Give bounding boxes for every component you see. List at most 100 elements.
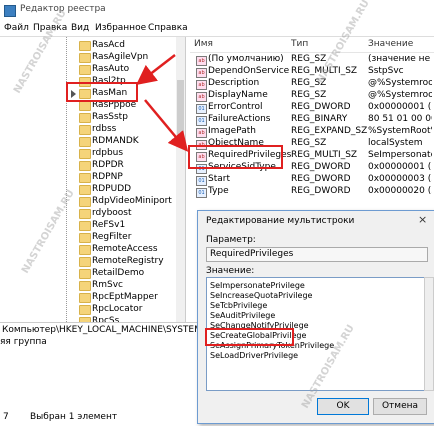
ok-button[interactable]: OK [317,398,369,415]
folder-icon [79,233,91,243]
privilege-line: SeImpersonatePrivilege [210,281,305,290]
folder-icon [79,221,91,231]
param-label: Параметр: [206,235,256,245]
folder-icon [79,41,91,51]
folder-icon [79,305,91,315]
header-divider [190,52,434,53]
folder-icon [79,197,91,207]
tree-item[interactable]: RasSstp [0,112,185,124]
binary-value-icon: 01 [196,104,207,114]
value-type: REG_DWORD [291,186,351,196]
menu-help[interactable]: Справка [148,23,188,33]
tree-item[interactable]: RmSvc [0,280,185,292]
column-type[interactable]: Тип [291,39,308,49]
tree-item[interactable]: RpcEptMapper [0,292,185,304]
value-data: 0x00000003 (3) [368,174,432,184]
folder-icon [79,53,91,63]
folder-icon [79,209,91,219]
value-row[interactable]: 01Start REG_DWORD 0x00000003 (3) [190,174,434,186]
tree-item-label: RemoteAccess [92,244,158,254]
value-name: DependOnService [208,66,290,76]
value-type: REG_DWORD [291,102,351,112]
value-name: Type [208,186,229,196]
value-row[interactable]: abImagePath REG_EXPAND_SZ%SystemRoot%\sys… [190,126,434,138]
folder-icon [79,185,91,195]
string-value-icon: ab [196,80,207,90]
value-row[interactable]: abDescriptionREG_SZ@%Systemroot%\sys [190,78,434,90]
value-type: REG_MULTI_SZ [291,150,358,160]
tree-item[interactable]: RDPUDD [0,184,185,196]
param-value: RequiredPrivileges [210,249,294,259]
tree-item[interactable]: RdpVideoMiniport [0,196,185,208]
value-row[interactable]: abDisplayName REG_SZ @%Systemroot%\sys [190,90,434,102]
tree-item-label: RDPUDD [92,184,132,194]
tree-item-label: rdbss [92,124,117,134]
value-data: %SystemRoot%\syst [368,126,432,136]
value-data: 0x00000001 (1) [368,162,432,172]
value-row[interactable]: 01FailureActions REG_BINARY 80 51 01 00 00… [190,114,434,126]
value-name: (По умолчанию) [208,54,284,64]
value-data: SeImpersonatePrivi [368,150,432,160]
textarea-scrollbar[interactable] [424,277,434,391]
tree-item[interactable]: rdyboost [0,208,185,220]
tree-item[interactable]: RpcLocator [0,304,185,316]
value-data: 0x00000020 (32) [368,186,432,196]
value-data: 0x00000001 (1) [368,102,432,112]
value-name: ImagePath [208,126,256,136]
value-data: localSystem [368,138,423,148]
value-name: FailureActions [208,114,271,124]
value-data: SstpSvc [368,66,404,76]
param-field: RequiredPrivileges [206,247,428,262]
tree-item-label: RpcEptMapper [92,292,158,302]
value-type: REG_SZ [291,138,327,148]
value-type: REG_SZ [291,54,327,64]
cancel-button[interactable]: Отмена [373,398,427,415]
folder-icon [79,113,91,123]
registry-app-icon [4,5,16,17]
folder-icon [79,281,91,291]
tree-item[interactable]: ReFSv1 [0,220,185,232]
tree-item-label: RasSstp [92,112,128,122]
value-name: DisplayName [208,90,268,100]
tree-item[interactable]: rdbss [0,124,185,136]
tree-item[interactable]: RasAcd [0,40,185,52]
tree-item-label: RDPNP [92,172,123,182]
folder-icon [79,125,91,135]
tree-item-label: RasAgileVpn [92,52,149,62]
tree-item-label: RetailDemo [92,268,145,278]
selection-info: Выбран 1 элемент [30,412,118,422]
rasman-highlight-box [66,82,138,102]
tree-item-label: RDMANDK [92,136,139,146]
folder-icon [79,149,91,159]
tree-item-label: RemoteRegistry [92,256,164,266]
string-value-icon: ab [196,92,207,102]
value-row[interactable]: ab(По умолчанию) REG_SZ (значение не присв [190,54,434,66]
menu-file[interactable]: Файл [4,23,29,33]
value-type: REG_EXPAND_SZ [291,126,368,136]
menu-view[interactable]: Вид [71,23,89,33]
value-data: @%Systemroot%\sys [368,90,432,100]
column-name[interactable]: Имя [194,39,213,49]
string-value-icon: ab [196,128,207,138]
string-value-icon: ab [196,68,207,78]
close-icon[interactable]: × [418,213,427,226]
tree-item-label: RpcLocator [92,304,143,314]
dialog-title: Редактирование мультистроки [206,216,355,226]
tree-item[interactable]: RDMANDK [0,136,185,148]
privilege-line: SeLoadDriverPrivilege [210,351,299,360]
tree-item[interactable]: rdpbus [0,148,185,160]
value-label: Значение: [206,266,255,276]
tree-item[interactable]: RDPDR [0,160,185,172]
value-name: Start [208,174,230,184]
tree-item[interactable]: RegFilter [0,232,185,244]
folder-icon [79,161,91,171]
value-row[interactable]: ab DependOnService REG_MULTI_SZ SstpSvc [190,66,434,78]
value-row[interactable]: 01Type REG_DWORD 0x00000020 (32) [190,186,434,198]
value-name: Description [208,78,260,88]
value-row[interactable]: 01ErrorControl REG_DWORD 0x00000001 (1) [190,102,434,114]
tree-item[interactable]: RDPNP [0,172,185,184]
menu-favorites[interactable]: Избранное [95,23,146,33]
value-type: REG_DWORD [291,174,351,184]
column-data[interactable]: Значение [368,39,413,49]
tree-scrollbar-thumb[interactable] [177,80,184,140]
